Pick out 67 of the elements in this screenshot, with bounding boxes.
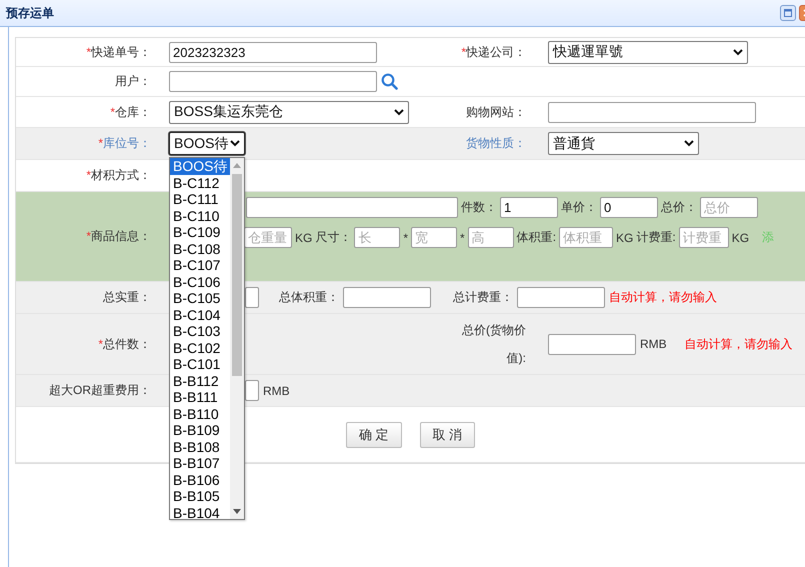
times-sign: *: [403, 230, 408, 244]
cancel-button[interactable]: 取 消: [420, 422, 476, 448]
input-field[interactable]: [548, 334, 636, 354]
field-label: 总体积重：: [279, 289, 339, 306]
input-field[interactable]: [517, 287, 605, 308]
field-label: 货物性质：: [465, 135, 526, 152]
field-label: 尺寸：: [315, 229, 352, 246]
input-field[interactable]: 0: [600, 197, 658, 218]
field-label: 总价：: [661, 199, 697, 216]
field-label: *快递公司：: [460, 44, 526, 61]
field-label: 件数：: [461, 199, 497, 216]
field-label: 总计费重：: [453, 289, 513, 306]
unit-label: RMB: [263, 384, 290, 398]
input-field[interactable]: 宽: [411, 227, 458, 248]
input-field[interactable]: 仓重量: [244, 227, 292, 248]
field-label: 购物网站：: [465, 104, 526, 121]
scroll-down-icon[interactable]: [233, 509, 241, 514]
dropdown-option[interactable]: BOOS待: [170, 158, 230, 174]
confirm-button[interactable]: 确 定: [346, 422, 402, 448]
field-label: *商品信息：: [85, 228, 151, 246]
unit-label: RMB: [640, 337, 667, 351]
scroll-up-icon[interactable]: [233, 163, 241, 168]
input-field[interactable]: [246, 197, 458, 218]
dropdown-option[interactable]: B-C112: [170, 174, 230, 191]
chevron-down-icon: [394, 108, 404, 116]
chevron-down-icon: [684, 140, 694, 147]
field-label: *总件数：: [97, 336, 151, 353]
warning-text: 自动计算，请勿输入: [609, 289, 717, 306]
field-label: *仓库：: [109, 104, 151, 121]
field-label: 超大OR超重费用：: [48, 382, 151, 400]
input-field[interactable]: [548, 102, 756, 122]
field-label: *快递单号：: [85, 44, 151, 61]
dropdown-option[interactable]: B-B104: [170, 504, 230, 519]
field-label: *材积方式：: [85, 167, 151, 184]
field-label: 总价(货物价值):: [461, 322, 526, 367]
field-label: 用户：: [114, 73, 151, 90]
field-label: 体积重:: [516, 229, 556, 246]
input-field[interactable]: [169, 71, 377, 92]
chevron-down-icon: [733, 48, 743, 56]
input-field[interactable]: 高: [468, 227, 514, 248]
select-field[interactable]: 普通貨: [548, 132, 699, 155]
field-label: 计费重:: [636, 229, 676, 246]
field-label: *库位号：: [97, 135, 151, 152]
unit-label: KG: [732, 230, 750, 244]
search-icon[interactable]: [381, 73, 398, 90]
select-field[interactable]: 快遞運單號: [548, 40, 748, 64]
input-field[interactable]: [343, 287, 431, 308]
input-field[interactable]: 体积重: [559, 227, 614, 248]
chevron-down-icon: [230, 140, 240, 147]
select-field[interactable]: BOOS待: [169, 132, 245, 155]
unit-label: KG: [616, 230, 634, 244]
input-field[interactable]: [245, 380, 259, 401]
window-title: 预存运单: [6, 4, 55, 22]
input-field[interactable]: 1: [500, 197, 558, 218]
unit-label: KG: [295, 230, 312, 244]
input-field[interactable]: 计费重: [678, 227, 729, 248]
times-sign: *: [460, 230, 465, 244]
warning-text: 自动计算，请勿输入: [684, 336, 793, 352]
input-field[interactable]: 总价: [700, 197, 758, 218]
select-field[interactable]: BOSS集运东莞仓: [169, 100, 409, 124]
restore-icon[interactable]: [780, 5, 796, 21]
scrollbar[interactable]: [230, 158, 244, 519]
input-field[interactable]: [245, 287, 259, 308]
field-label: 总实重：: [102, 289, 151, 306]
input-field[interactable]: 2023232323: [169, 42, 377, 62]
field-label: 单价：: [561, 199, 597, 216]
input-field[interactable]: 长: [354, 227, 400, 248]
